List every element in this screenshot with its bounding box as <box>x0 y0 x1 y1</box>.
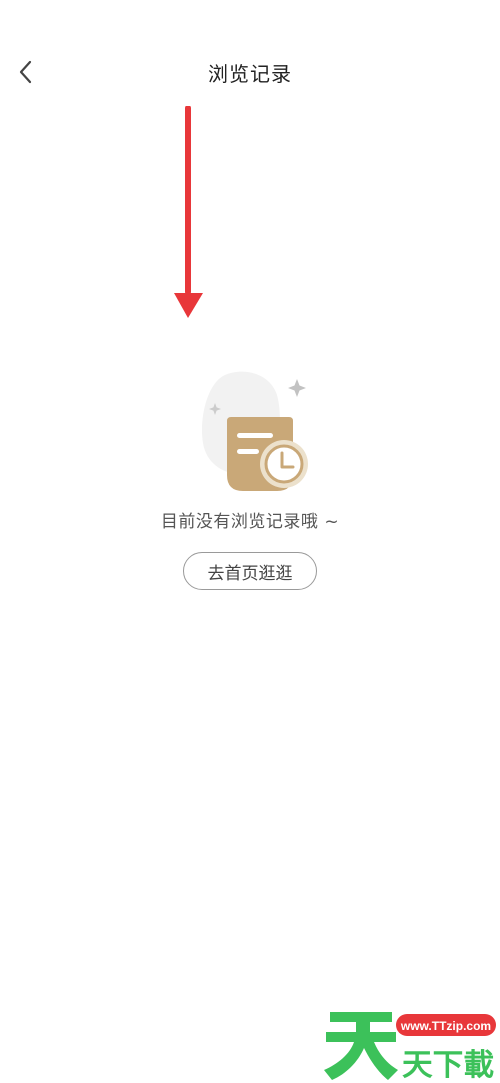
empty-message: 目前没有浏览记录哦 ~ <box>160 512 340 532</box>
watermark-brand: 天下載 <box>402 1048 494 1082</box>
down-arrow-icon <box>174 106 203 318</box>
ttzip-logo: www.TTzip.com 天下載 <box>324 1012 496 1082</box>
page-title: 浏览记录 <box>208 62 292 86</box>
document-clock-icon <box>201 371 308 491</box>
empty-state: 目前没有浏览记录哦 ~ 去首页逛逛 <box>0 365 500 590</box>
go-home-button[interactable]: 去首页逛逛 <box>183 552 317 590</box>
watermark-url: www.TTzip.com <box>400 1019 491 1033</box>
header-bar: 浏览记录 <box>0 0 500 130</box>
